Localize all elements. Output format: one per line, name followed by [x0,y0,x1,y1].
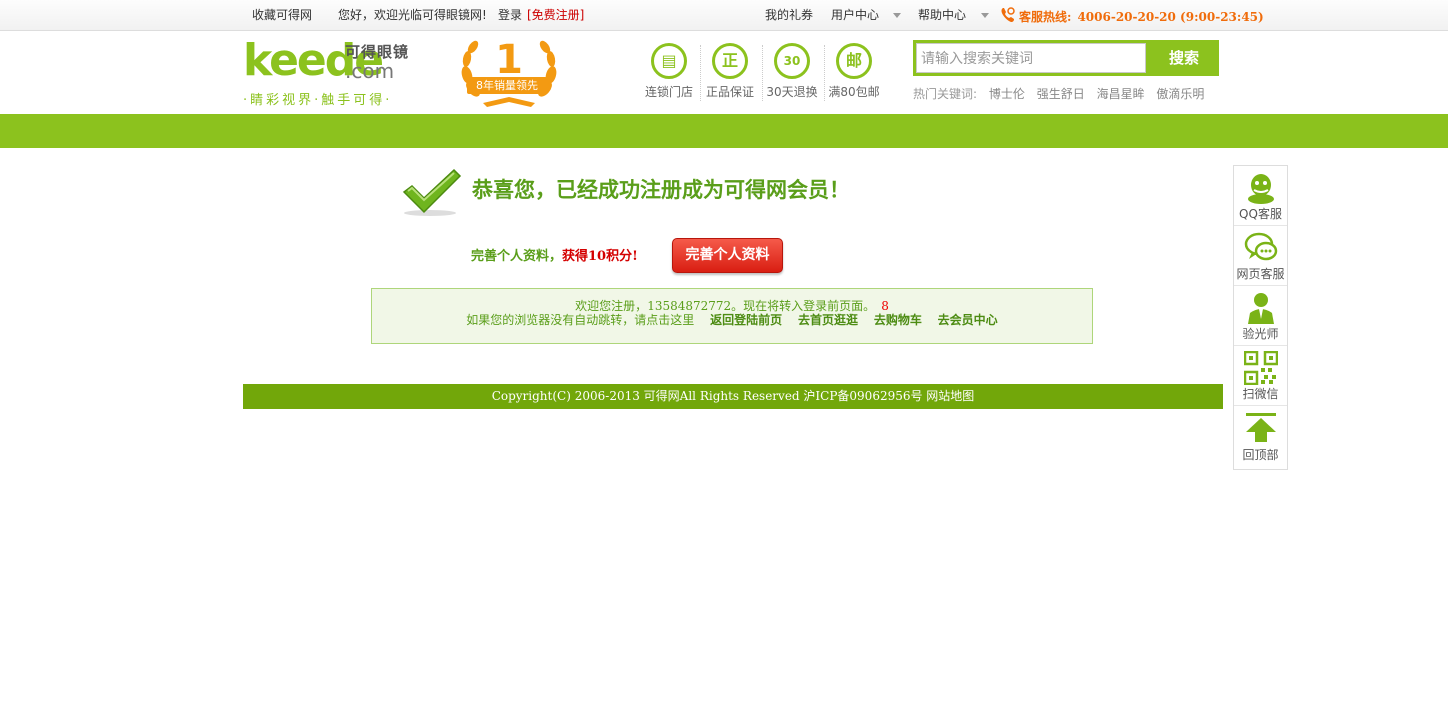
logo-slogan: ·睛彩视界·触手可得· [243,93,393,108]
countdown: 8 [881,299,889,313]
notice-text: 。现在将转入登录前页面。 [731,299,876,313]
profile-reward: 获得10积分! [562,249,638,264]
hot-keyword-link[interactable]: 强生舒日 [1037,87,1085,101]
user-center-menu[interactable]: 用户中心 [831,7,879,23]
home-link[interactable]: 去首页逛逛 [798,313,858,327]
back-to-top-button[interactable]: 回顶部 [1234,406,1287,466]
store-icon: ▤ [651,43,687,79]
web-service-button[interactable]: 网页客服 [1234,226,1287,286]
optometrist-button[interactable]: 验光师 [1234,286,1287,346]
feature-stores[interactable]: ▤ 连锁门店 [638,43,700,100]
mail-icon: 邮 [836,43,872,79]
register-link[interactable]: [免费注册] [527,7,584,23]
member-center-link[interactable]: 去会员中心 [938,313,998,327]
bookmark-link[interactable]: 收藏可得网 [252,7,312,23]
feature-label: 连锁门店 [644,85,693,99]
hot-keyword-link[interactable]: 海昌星眸 [1097,87,1145,101]
search-button[interactable]: 搜索 [1149,40,1219,76]
hot-keywords-label: 热门关键词: [913,87,978,101]
complete-profile-button[interactable]: 完善个人资料 [672,238,783,273]
feature-label: 正品保证 [705,85,754,99]
notice-text: 欢迎您注册， [575,299,648,313]
site-logo[interactable]: keede 可得眼镜 .com ·睛彩视界·触手可得· [243,35,413,108]
phone-icon [999,6,1017,29]
profile-prompt: 完善个人资料，获得10积分! [471,245,638,264]
qrcode-icon [1243,351,1278,385]
success-title: 恭喜您，已经成功注册成为可得网会员！ [472,177,850,202]
notice-text: 如果您的浏览器没有自动跳转，请点击这里 [466,313,695,327]
side-label: 验光师 [1242,327,1279,341]
feature-label: 30天退换 [766,85,818,99]
badge-label: 8年销量领先 [467,77,547,94]
laurel-icon: 1 [461,37,557,107]
welcome-text: 您好，欢迎光临可得眼镜网! [338,8,487,22]
nav-bar [0,114,1448,148]
search-box: 搜索 [913,40,1219,76]
wechat-qr-button[interactable]: 扫微信 [1234,346,1287,406]
chevron-down-icon [893,13,901,18]
qq-icon [1247,174,1274,204]
feature-label: 满80包邮 [828,85,880,99]
feature-return[interactable]: 30 30天退换 [761,43,823,100]
feature-free-shipping[interactable]: 邮 满80包邮 [823,43,885,100]
hot-keywords: 热门关键词: 博士伦 强生舒日 海昌星眸 傲滴乐明 [913,85,1204,102]
side-label: 扫微信 [1242,387,1279,401]
optometrist-icon [1247,293,1274,324]
qq-service-button[interactable]: QQ客服 [1234,166,1287,226]
back-to-previous-link[interactable]: 返回登陆前页 [710,313,782,327]
hot-keyword-link[interactable]: 博士伦 [989,87,1025,101]
float-sidebar: QQ客服 网页客服 验光师 扫微信 回顶部 [1233,165,1288,470]
side-label: 回顶部 [1242,448,1279,462]
my-gifts-link[interactable]: 我的礼券 [765,7,813,23]
redirect-notice: 欢迎您注册，13584872772。现在将转入登录前页面。 8 如果您的浏览器没有… [371,288,1093,344]
checkmark-icon [402,166,462,218]
help-center-menu[interactable]: 帮助中心 [918,7,966,23]
notice-line-1: 欢迎您注册，13584872772。现在将转入登录前页面。 8 [372,299,1092,313]
side-label: QQ客服 [1239,207,1282,221]
genuine-icon: 正 [712,43,748,79]
hotline-label: 客服热线: [1019,10,1072,24]
side-label: 网页客服 [1236,267,1285,281]
notice-line-2: 如果您的浏览器没有自动跳转，请点击这里 返回登陆前页 去首页逛逛 去购物车 去会… [372,313,1092,327]
logo-dotcom: .com [345,59,395,83]
return-30-icon: 30 [774,43,810,79]
profile-prompt-text: 完善个人资料， [471,249,563,264]
cart-link[interactable]: 去购物车 [874,313,922,327]
hotline-number: 4006-20-20-20 (9:00-23:45) [1077,10,1264,24]
hot-keyword-link[interactable]: 傲滴乐明 [1156,87,1204,101]
chat-icon [1244,232,1277,261]
feature-genuine[interactable]: 正 正品保证 [699,43,761,100]
chevron-down-icon [981,13,989,18]
registered-phone: 13584872772 [647,299,732,313]
search-input[interactable] [916,43,1146,73]
footer: Copyright(C) 2006-2013 可得网All Rights Res… [243,384,1223,409]
top-bar: 收藏可得网 您好，欢迎光临可得眼镜网! 登录 [免费注册] 我的礼券 用户中心 … [0,0,1448,31]
sales-leader-badge: 1 8年销量领先 [453,37,565,109]
login-link[interactable]: 登录 [498,7,522,23]
hotline: 客服热线: 4006-20-20-20 (9:00-23:45) [999,6,1264,29]
back-to-top-icon [1245,413,1276,442]
header: keede 可得眼镜 .com ·睛彩视界·触手可得· 1 8年销量领先 ▤ 连… [243,31,1223,114]
